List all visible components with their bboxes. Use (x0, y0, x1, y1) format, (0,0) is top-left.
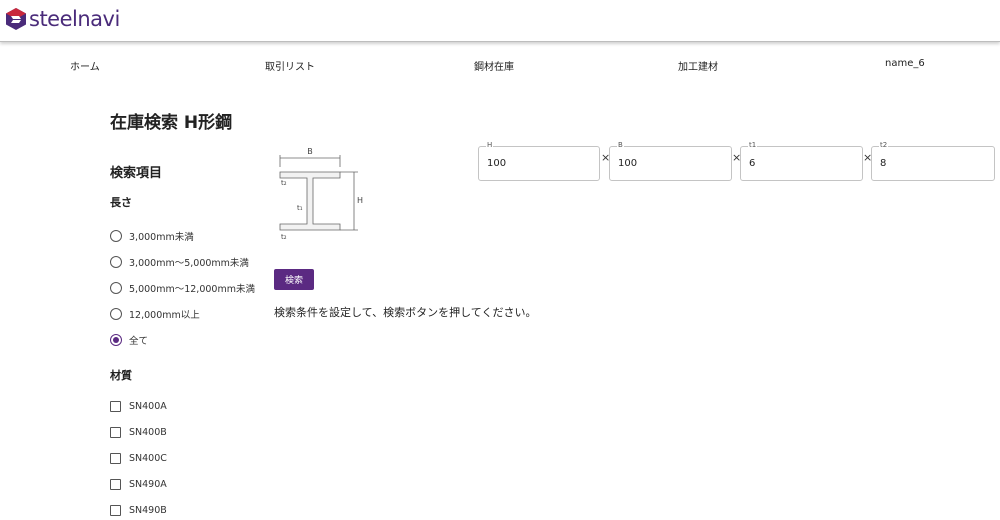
radio-button[interactable] (110, 308, 122, 320)
diagram-label-h: H (357, 196, 363, 205)
nav-item-steel-stock[interactable]: 鋼材在庫 (474, 58, 514, 73)
diagram-label-b: B (307, 147, 313, 156)
dimension-field-b[interactable]: B 100 (609, 141, 732, 181)
option-label: SN400A (129, 401, 167, 412)
option-label: 3,000mm〜5,000mm未満 (129, 258, 249, 269)
checkbox[interactable] (110, 505, 121, 516)
app-header: steelnavi (0, 0, 1000, 42)
dimension-field-h[interactable]: H 100 (478, 141, 600, 181)
option-label: 3,000mm未満 (129, 232, 194, 243)
option-label: 5,000mm〜12,000mm未満 (129, 284, 255, 295)
field-label: B (617, 141, 624, 149)
radio-button[interactable] (110, 230, 122, 242)
length-option-over-12000[interactable]: 12,000mm以上 (110, 307, 200, 321)
option-label: SN400B (129, 427, 167, 438)
diagram-label-t2-top: t₂ (281, 179, 287, 187)
checkbox[interactable] (110, 427, 121, 438)
page-title: 在庫検索 H形鋼 (110, 113, 233, 133)
length-option-5000-12000[interactable]: 5,000mm〜12,000mm未満 (110, 281, 255, 295)
option-label: 全て (129, 336, 149, 347)
diagram-label-t2-bottom: t₂ (281, 233, 287, 241)
diagram-label-t1: t₁ (297, 204, 303, 212)
field-value: 100 (487, 158, 507, 169)
radio-button[interactable] (110, 282, 122, 294)
logo-text: steelnavi (29, 7, 120, 31)
material-option-sn490a[interactable]: SN490A (110, 479, 167, 490)
material-option-sn490b[interactable]: SN490B (110, 505, 167, 516)
h-beam-diagram: B H t₁ t₂ t₂ (279, 147, 363, 241)
material-group-label: 材質 (110, 369, 132, 382)
material-option-sn400b[interactable]: SN400B (110, 427, 167, 438)
nav-item-transactions[interactable]: 取引リスト (265, 58, 315, 73)
field-value: 8 (880, 158, 887, 169)
instruction-message: 検索条件を設定して、検索ボタンを押してください。 (274, 306, 537, 319)
nav-item-user[interactable]: name_6 (885, 58, 925, 69)
field-value: 100 (618, 158, 638, 169)
logo[interactable]: steelnavi (5, 7, 120, 31)
material-option-sn400c[interactable]: SN400C (110, 453, 167, 464)
dimension-field-t2[interactable]: t2 8 (871, 141, 995, 181)
checkbox[interactable] (110, 453, 121, 464)
field-label: t1 (748, 141, 758, 149)
field-label: H (486, 141, 494, 149)
radio-button-checked[interactable] (110, 334, 122, 346)
section-title: 検索項目 (110, 166, 163, 181)
field-value: 6 (749, 158, 756, 169)
nav-item-home[interactable]: ホーム (70, 58, 100, 73)
radio-button[interactable] (110, 256, 122, 268)
checkbox[interactable] (110, 479, 121, 490)
length-option-all[interactable]: 全て (110, 333, 148, 347)
option-label: SN490B (129, 505, 167, 516)
option-label: 12,000mm以上 (129, 310, 200, 321)
option-label: SN490A (129, 479, 167, 490)
search-button[interactable]: 検索 (274, 269, 314, 290)
length-option-3000-5000[interactable]: 3,000mm〜5,000mm未満 (110, 255, 249, 269)
material-option-sn400a[interactable]: SN400A (110, 401, 167, 412)
nav-item-processed-materials[interactable]: 加工建材 (678, 58, 718, 73)
dimension-field-t1[interactable]: t1 6 (740, 141, 863, 181)
checkbox[interactable] (110, 401, 121, 412)
main-nav: ホーム 取引リスト 鋼材在庫 加工建材 name_6 (0, 58, 1000, 73)
length-group-label: 長さ (110, 196, 132, 209)
field-label: t2 (879, 141, 889, 149)
steelnavi-logo-icon (6, 8, 26, 30)
length-option-under-3000[interactable]: 3,000mm未満 (110, 229, 194, 243)
option-label: SN400C (129, 453, 167, 464)
